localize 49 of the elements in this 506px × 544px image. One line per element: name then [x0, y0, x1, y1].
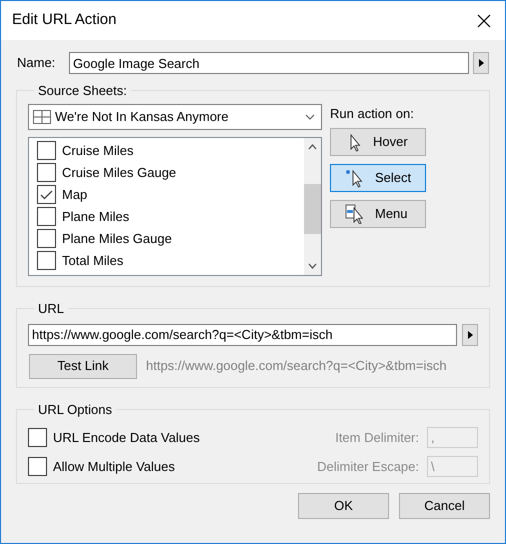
sheet-label[interactable]: Cruise Miles Gauge — [62, 162, 176, 182]
delimiter-label: Item Delimiter: — [335, 428, 419, 447]
checkbox[interactable] — [28, 428, 47, 447]
dialog-button[interactable]: Cancel — [399, 493, 490, 519]
test-link-button[interactable]: Test Link — [29, 354, 137, 378]
checkbox[interactable] — [28, 457, 47, 476]
scroll-up-icon[interactable] — [308, 144, 317, 150]
run-action-button[interactable]: Select — [330, 164, 426, 192]
checkbox[interactable] — [37, 185, 56, 204]
sheet-label[interactable]: Plane Miles Gauge — [62, 228, 172, 248]
window-title: Edit URL Action — [12, 10, 116, 30]
scroll-thumb[interactable] — [304, 184, 321, 234]
url-options-label: URL Options — [37, 401, 113, 419]
run-action-button[interactable]: Menu — [330, 200, 426, 228]
checkbox[interactable] — [37, 163, 56, 182]
url-menu-button[interactable] — [462, 324, 478, 346]
cursor-click-icon — [345, 168, 363, 188]
option-label[interactable]: Allow Multiple Values — [53, 456, 175, 476]
run-action-label: Run action on: — [330, 104, 415, 122]
sheet-label[interactable]: Plane Miles — [62, 206, 130, 226]
checkbox[interactable] — [37, 251, 56, 270]
dashboard-name: We're Not In Kansas Anymore — [55, 108, 230, 126]
name-label: Name: — [16, 54, 56, 72]
checkbox[interactable] — [37, 141, 56, 160]
option-label[interactable]: URL Encode Data Values — [53, 428, 200, 448]
sheet-label[interactable]: Cruise Miles — [62, 140, 134, 160]
scrollbar[interactable] — [304, 138, 321, 274]
triangle-icon — [478, 59, 484, 67]
url-label: URL — [37, 300, 66, 318]
delimiter-label: Delimiter Escape: — [317, 458, 419, 476]
grid-icon — [33, 110, 51, 124]
dashboard-dropdown[interactable]: We're Not In Kansas Anymore — [28, 104, 322, 130]
checkbox[interactable] — [37, 229, 56, 248]
run-action-button[interactable]: Hover — [330, 128, 426, 156]
chevron-down-icon — [305, 114, 315, 120]
scroll-down-icon[interactable] — [308, 262, 317, 268]
name-menu-button[interactable] — [473, 52, 489, 74]
close-icon[interactable] — [477, 14, 491, 28]
sheet-label[interactable]: Total Miles — [62, 250, 124, 270]
sheet-label[interactable]: Map — [62, 184, 88, 204]
checkmark-icon — [40, 190, 53, 200]
triangle-icon — [468, 330, 472, 338]
name-field[interactable]: Google Image Search — [69, 52, 469, 74]
url-field[interactable]: https://www.google.com/search?q=<City>&tbm=isch — [28, 324, 457, 346]
source-sheets-label: Source Sheets: — [37, 82, 128, 100]
menu-cursor-icon — [345, 204, 363, 224]
checkbox[interactable] — [37, 207, 56, 226]
url-preview: https://www.google.com/search?q=<City>&tbm=isch — [146, 357, 447, 376]
dialog-button[interactable]: OK — [298, 493, 389, 519]
